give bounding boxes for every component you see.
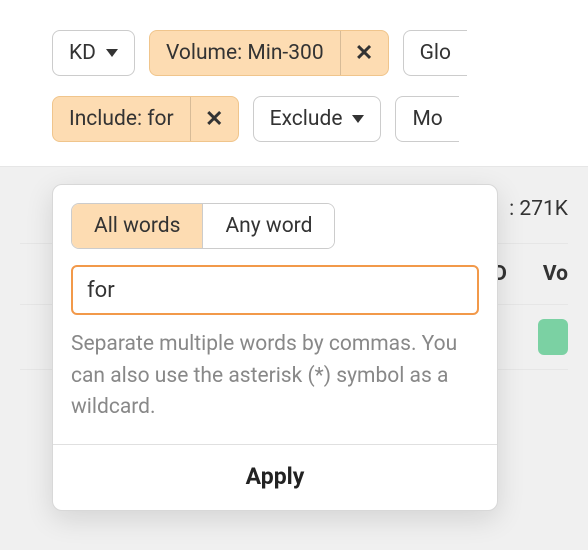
apply-button[interactable]: Apply <box>246 463 305 490</box>
include-hint: Separate multiple words by commas. You c… <box>53 329 497 444</box>
column-volume: Vo <box>543 262 568 286</box>
more-filter[interactable]: Mo <box>395 96 458 142</box>
match-mode-segmented: All words Any word <box>71 203 335 249</box>
global-filter[interactable]: Glo <box>403 30 467 76</box>
exclude-filter[interactable]: Exclude <box>253 96 382 142</box>
include-filter[interactable]: Include: for ✕ <box>52 96 239 142</box>
include-filter-label: Include: for <box>53 97 190 141</box>
exclude-filter-label: Exclude <box>270 107 343 131</box>
close-icon[interactable]: ✕ <box>190 97 238 141</box>
results-total-value: : 271K <box>509 197 568 221</box>
chevron-down-icon <box>352 115 364 123</box>
any-word-button[interactable]: Any word <box>202 204 334 248</box>
all-words-button[interactable]: All words <box>72 204 202 248</box>
status-badge <box>538 319 568 355</box>
volume-filter-label: Volume: Min-300 <box>150 31 340 75</box>
volume-filter[interactable]: Volume: Min-300 ✕ <box>149 30 389 76</box>
filter-row-1: KD Volume: Min-300 ✕ Glo <box>52 30 568 76</box>
global-filter-label: Glo <box>404 31 467 75</box>
kd-filter[interactable]: KD <box>52 30 135 76</box>
chevron-down-icon <box>106 49 118 57</box>
filter-row-2: Include: for ✕ Exclude Mo <box>52 96 568 142</box>
close-icon[interactable]: ✕ <box>340 31 388 75</box>
include-popover: All words Any word Separate multiple wor… <box>52 184 498 511</box>
include-words-input[interactable] <box>71 265 479 315</box>
filter-toolbar: KD Volume: Min-300 ✕ Glo Include: for ✕ … <box>0 0 588 167</box>
kd-filter-label: KD <box>69 41 96 65</box>
more-filter-label: Mo <box>396 97 458 141</box>
